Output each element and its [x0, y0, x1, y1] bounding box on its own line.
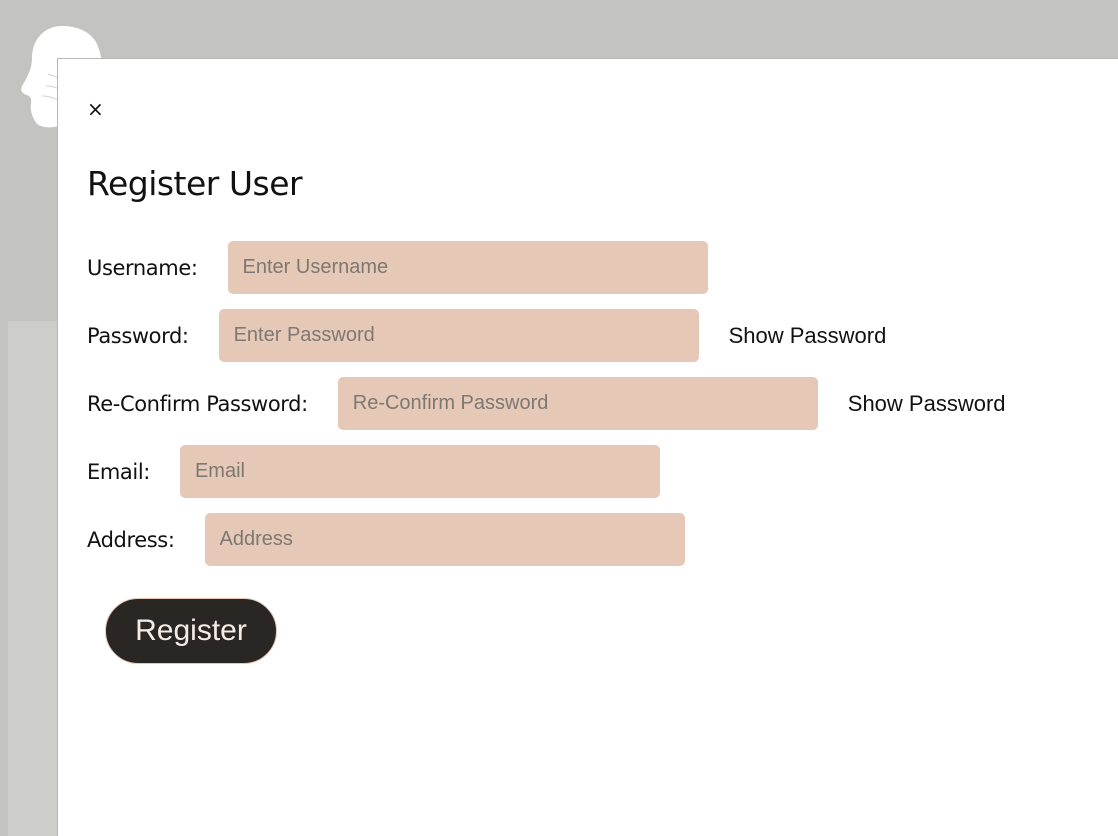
register-button[interactable]: Register: [105, 598, 277, 664]
confirm-password-input[interactable]: [337, 377, 818, 430]
modal-title: Register User: [87, 164, 303, 203]
email-row: Email:: [87, 445, 660, 498]
email-input[interactable]: [179, 445, 660, 498]
address-input[interactable]: [204, 513, 685, 566]
password-label: Password:: [87, 323, 189, 348]
address-label: Address:: [87, 527, 175, 552]
register-modal: × Register User Username: Password: Show…: [57, 58, 1118, 836]
email-label: Email:: [87, 459, 150, 484]
confirm-password-label: Re-Confirm Password:: [87, 391, 308, 416]
username-label: Username:: [87, 255, 198, 280]
address-row: Address:: [87, 513, 685, 566]
close-icon[interactable]: ×: [87, 97, 104, 121]
show-confirm-password-toggle[interactable]: Show Password: [848, 391, 1006, 417]
username-input[interactable]: [227, 241, 708, 294]
password-row: Password: Show Password: [87, 309, 886, 362]
password-input[interactable]: [218, 309, 699, 362]
show-password-toggle[interactable]: Show Password: [729, 323, 887, 349]
confirm-password-row: Re-Confirm Password: Show Password: [87, 377, 1006, 430]
username-row: Username:: [87, 241, 708, 294]
